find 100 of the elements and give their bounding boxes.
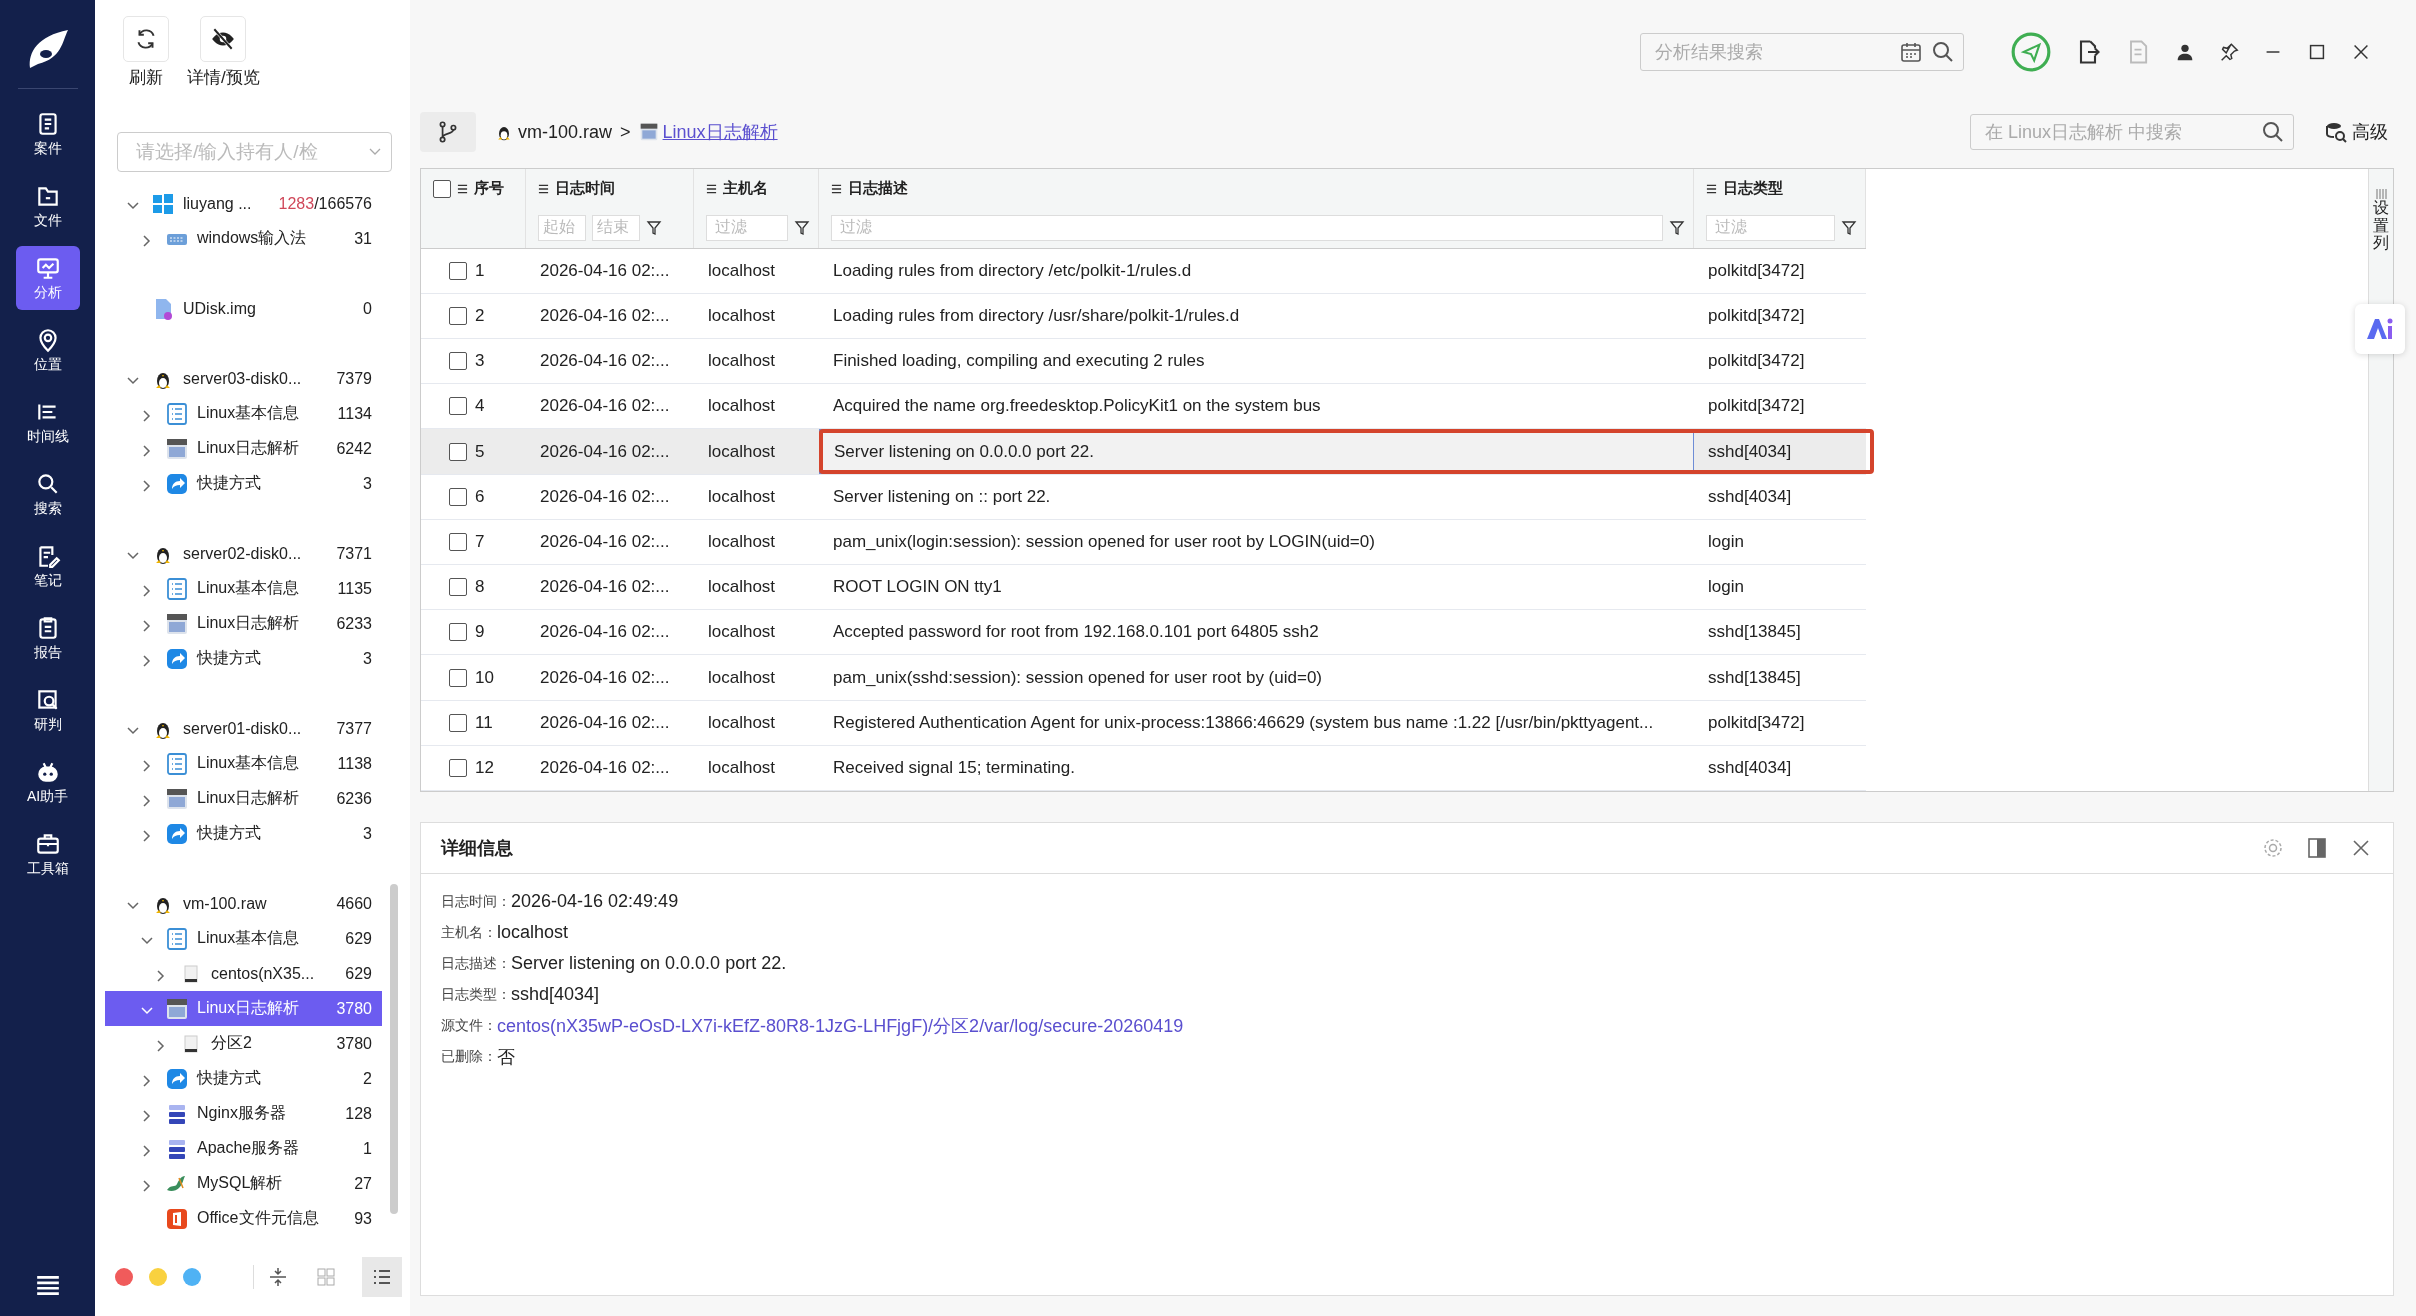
row-number: 5 [475, 441, 485, 462]
tree-item[interactable]: 快捷方式 3 [105, 641, 402, 676]
table-row[interactable]: 9 2026-04-16 02:... localhost Accepted password for root from 192.168.0.101 port 64805 ssh2 sshd[13845] [421, 610, 1866, 656]
item-count: 7377 [336, 719, 372, 738]
tree-item[interactable]: Office文件元信息 93 [105, 1201, 402, 1236]
nav-item[interactable]: 文件 [15, 174, 80, 238]
table-cell: localhost [708, 531, 776, 552]
item-count: 1135 [337, 579, 372, 598]
table-row[interactable]: 11 2026-04-16 02:... localhost Registered Authentication Agent for unix-process:13866:46629 (system bus name :1.22 [/usr/bin/pkttyagent... polkitd[3472] [421, 700, 1866, 746]
table-row[interactable]: 2 2026-04-16 02:... localhost Loading rules from directory /usr/share/polkit-1/rules.d polkitd[3472] [421, 293, 1866, 339]
table-cell: 2026-04-16 02:... [540, 667, 670, 688]
table-cell: localhost [708, 260, 776, 281]
item-count: 1 [363, 1139, 372, 1158]
table-cell: polkitd[3472] [1708, 396, 1805, 417]
tree-item[interactable]: vm-100.raw 4660 [105, 886, 402, 921]
row-number: 2 [475, 305, 485, 326]
table-row[interactable]: 6 2026-04-16 02:... localhost Server listening on :: port 22. sshd[4034] [421, 474, 1866, 520]
field-value: sshd[4034] [511, 984, 600, 1005]
nav-item[interactable]: 位置 [15, 318, 80, 382]
item-count: 3780 [336, 1034, 372, 1053]
table-row[interactable]: 1 2026-04-16 02:... localhost Loading rules from directory /etc/polkit-1/rules.d polkitd[3472] [421, 248, 1866, 294]
tree-item-label: MySQL解析 [197, 1173, 284, 1193]
item-count: 4660 [336, 894, 372, 913]
advanced-search-button[interactable]: 高级 [2318, 119, 2394, 145]
nav-item[interactable]: AI助手 [15, 750, 80, 814]
column-header[interactable]: 日志描述 [848, 179, 908, 199]
tree-item[interactable]: liuyang ... 1283/166576 [105, 186, 402, 221]
nav-item[interactable]: 笔记 [15, 534, 80, 598]
tree-item-label: 快捷方式 [197, 823, 262, 843]
item-count: 3 [363, 649, 372, 668]
tree-item-label: Office文件元信息 [197, 1208, 320, 1228]
table-cell: localhost [708, 396, 776, 417]
tree-item[interactable]: Linux日志解析 6242 [105, 431, 402, 466]
field-label: 已删除： [441, 1047, 497, 1066]
source-file-link[interactable]: centos(nX35wP-eOsD-LX7i-kEfZ-80R8-1JzG-LHFjgF)/分区2/var/log/secure-20260419 [497, 1013, 1184, 1038]
tree-item[interactable]: 快捷方式 3 [105, 466, 402, 501]
field-label: 日志类型： [441, 985, 511, 1004]
table-cell: login [1708, 531, 1744, 552]
tree-item[interactable]: 快捷方式 2 [105, 1061, 402, 1096]
table-cell: Registered Authentication Agent for unix-process:13866:46629 (system bus name :1.22 [/usr/bin/pkttyagent... [833, 712, 1654, 733]
tree-item[interactable]: Linux日志解析 6233 [105, 606, 402, 641]
tree-item[interactable]: server01-disk0... 7377 [105, 711, 402, 746]
item-count: 6236 [336, 789, 372, 808]
column-header[interactable]: 日志类型 [1723, 179, 1783, 199]
tree-item[interactable]: server02-disk0... 7371 [105, 536, 402, 571]
tree-item-label: 快捷方式 [197, 473, 262, 493]
breadcrumb-link[interactable]: Linux日志解析 [662, 120, 778, 144]
item-count: 6242 [336, 439, 372, 458]
item-count: 6233 [336, 614, 372, 633]
tree-item[interactable]: Linux日志解析 3780 [105, 991, 382, 1026]
tree-item[interactable]: Linux基本信息 629 [105, 921, 402, 956]
nav-item[interactable]: 分析 [15, 246, 80, 310]
table-row[interactable]: 7 2026-04-16 02:... localhost pam_unix(login:session): session opened for user root by LOGIN(uid=0) login [421, 519, 1866, 565]
table-cell: Accepted password for root from 192.168.0.101 port 64805 ssh2 [833, 622, 1319, 643]
item-count: 27 [354, 1174, 372, 1193]
column-header[interactable]: 序号 [474, 179, 504, 199]
row-number: 12 [475, 757, 494, 778]
tree-item[interactable]: Apache服务器 1 [105, 1131, 402, 1166]
table-row[interactable]: 3 2026-04-16 02:... localhost Finished loading, compiling and executing 2 rules polkitd[3472] [421, 339, 1866, 385]
tree-item[interactable]: 分区2 3780 [105, 1026, 402, 1061]
tree-item[interactable]: windows输入法 31 [105, 221, 402, 256]
row-number: 4 [475, 396, 485, 417]
nav-item[interactable]: 工具箱 [15, 822, 80, 886]
field-value: Server listening on 0.0.0.0 port 22. [511, 953, 787, 974]
nav-item[interactable]: 搜索 [15, 462, 80, 526]
row-number: 1 [475, 260, 485, 281]
tree-item[interactable]: Linux日志解析 6236 [105, 781, 402, 816]
tree-item[interactable]: Linux基本信息 1135 [105, 571, 402, 606]
table-row[interactable]: 10 2026-04-16 02:... localhost pam_unix(sshd:session): session opened for user root by (uid=0) sshd[13845] [421, 655, 1866, 701]
tree-item-label: server03-disk0... [183, 369, 303, 388]
tree-item[interactable]: Linux基本信息 1134 [105, 396, 402, 431]
table-row[interactable]: 12 2026-04-16 02:... localhost Received signal 15; terminating. sshd[4034] [421, 745, 1866, 792]
tree-item[interactable]: Linux基本信息 1138 [105, 746, 402, 781]
tree-item[interactable]: UDisk.img 0 [105, 291, 402, 326]
tree-item-label: Nginx服务器 [197, 1103, 287, 1123]
column-header[interactable]: 主机名 [723, 179, 768, 199]
item-count: 1134 [337, 404, 372, 423]
tree-item-label: UDisk.img [183, 299, 257, 318]
tree-item-label: Apache服务器 [197, 1138, 301, 1158]
nav-item[interactable]: 研判 [15, 678, 80, 742]
breadcrumb-item[interactable]: vm-100.raw [518, 121, 613, 143]
nav-item[interactable]: 时间线 [15, 390, 80, 454]
nav-item[interactable]: 案件 [15, 102, 80, 166]
row-number: 6 [475, 486, 485, 507]
table-cell: ROOT LOGIN ON tty1 [833, 577, 1002, 598]
table-row[interactable]: 8 2026-04-16 02:... localhost ROOT LOGIN ON tty1 login [421, 565, 1866, 611]
tree-item[interactable]: Nginx服务器 128 [105, 1096, 402, 1131]
nav-item[interactable]: 报告 [15, 606, 80, 670]
tree-item[interactable]: 快捷方式 3 [105, 816, 402, 851]
tree-item-label: 快捷方式 [197, 1068, 262, 1088]
toolbar-button[interactable]: 详情/预览 [187, 16, 260, 100]
item-count: 7371 [336, 544, 372, 563]
table-cell: pam_unix(sshd:session): session opened for user root by (uid=0) [833, 667, 1322, 688]
column-header[interactable]: 日志时间 [555, 179, 615, 199]
item-count: 7379 [336, 369, 372, 388]
field-label: 日志描述： [441, 954, 511, 973]
column-settings-tab[interactable]: 设置列 [2368, 169, 2393, 791]
tree-item[interactable]: server03-disk0... 7379 [105, 361, 402, 396]
tree-item[interactable]: MySQL解析 27 [105, 1166, 402, 1201]
tree-item[interactable]: centos(nX35... 629 [105, 956, 402, 991]
